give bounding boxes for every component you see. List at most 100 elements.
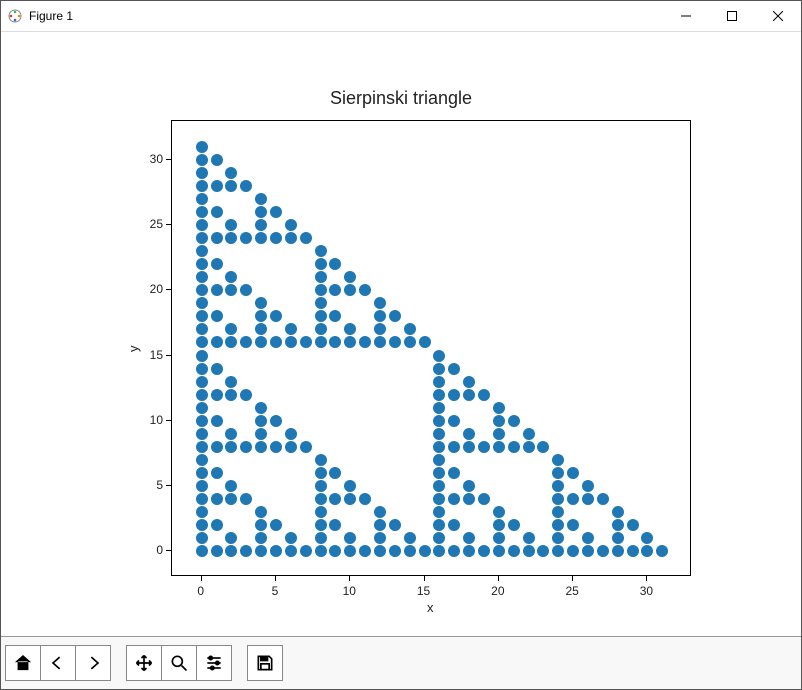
data-point: [196, 350, 208, 362]
back-button[interactable]: [40, 645, 76, 681]
data-point: [196, 506, 208, 518]
data-point: [374, 323, 386, 335]
ytick-label: 5: [156, 478, 163, 492]
data-point: [240, 441, 252, 453]
data-point: [448, 441, 460, 453]
ytick-label: 30: [150, 152, 163, 166]
data-point: [463, 376, 475, 388]
data-point: [196, 323, 208, 335]
data-point: [225, 441, 237, 453]
data-point: [389, 545, 401, 557]
ytick-label: 0: [156, 543, 163, 557]
data-point: [493, 415, 505, 427]
data-point: [374, 519, 386, 531]
xtick-label: 15: [417, 584, 430, 598]
data-point: [196, 454, 208, 466]
data-point: [196, 519, 208, 531]
data-point: [211, 493, 223, 505]
close-button[interactable]: [755, 1, 801, 31]
data-point: [255, 532, 267, 544]
data-point: [255, 219, 267, 231]
data-point: [211, 336, 223, 348]
data-point: [285, 441, 297, 453]
data-point: [344, 284, 356, 296]
home-button[interactable]: [5, 645, 41, 681]
data-point: [225, 428, 237, 440]
data-point: [493, 441, 505, 453]
data-point: [211, 467, 223, 479]
data-point: [240, 493, 252, 505]
data-point: [582, 480, 594, 492]
data-point: [612, 506, 624, 518]
data-point: [240, 545, 252, 557]
data-point: [493, 519, 505, 531]
data-point: [582, 545, 594, 557]
data-point: [493, 428, 505, 440]
data-point: [448, 545, 460, 557]
data-point: [552, 506, 564, 518]
data-point: [225, 167, 237, 179]
data-point: [552, 493, 564, 505]
data-point: [344, 323, 356, 335]
maximize-button[interactable]: [709, 1, 755, 31]
chart-title: Sierpinski triangle: [1, 88, 801, 109]
data-point: [433, 428, 445, 440]
data-point: [433, 467, 445, 479]
zoom-button[interactable]: [161, 645, 197, 681]
data-point: [493, 532, 505, 544]
data-point: [240, 232, 252, 244]
data-point: [285, 336, 297, 348]
data-point: [478, 545, 490, 557]
data-point: [225, 180, 237, 192]
data-point: [270, 336, 282, 348]
data-point: [448, 389, 460, 401]
data-point: [225, 323, 237, 335]
data-point: [627, 519, 639, 531]
data-point: [211, 258, 223, 270]
data-point: [567, 493, 579, 505]
data-point: [404, 545, 416, 557]
data-point: [196, 219, 208, 231]
configure-subplots-button[interactable]: [196, 645, 232, 681]
data-point: [196, 297, 208, 309]
matplotlib-toolbar: [1, 636, 801, 689]
xtick-label: 10: [343, 584, 356, 598]
minimize-button[interactable]: [663, 1, 709, 31]
data-point: [448, 467, 460, 479]
data-point: [196, 271, 208, 283]
data-point: [478, 441, 490, 453]
data-point: [448, 519, 460, 531]
pan-button[interactable]: [126, 645, 162, 681]
data-point: [255, 232, 267, 244]
data-point: [255, 402, 267, 414]
data-point: [240, 180, 252, 192]
data-point: [285, 219, 297, 231]
data-point: [523, 441, 535, 453]
data-point: [329, 467, 341, 479]
data-point: [478, 389, 490, 401]
data-point: [552, 467, 564, 479]
data-point: [448, 415, 460, 427]
data-point: [255, 193, 267, 205]
forward-button[interactable]: [75, 645, 111, 681]
data-point: [196, 402, 208, 414]
data-point: [433, 350, 445, 362]
data-point: [329, 258, 341, 270]
data-point: [463, 545, 475, 557]
data-point: [255, 545, 267, 557]
ytick-label: 20: [150, 282, 163, 296]
save-button[interactable]: [247, 645, 283, 681]
data-point: [374, 297, 386, 309]
xtick-label: 0: [197, 584, 204, 598]
data-point: [344, 480, 356, 492]
data-point: [374, 310, 386, 322]
data-point: [196, 284, 208, 296]
y-axis-label: y: [126, 346, 141, 353]
data-point: [196, 193, 208, 205]
data-point: [270, 206, 282, 218]
data-point: [389, 519, 401, 531]
data-point: [508, 441, 520, 453]
data-point: [344, 336, 356, 348]
data-point: [225, 232, 237, 244]
xtick-label: 30: [640, 584, 653, 598]
